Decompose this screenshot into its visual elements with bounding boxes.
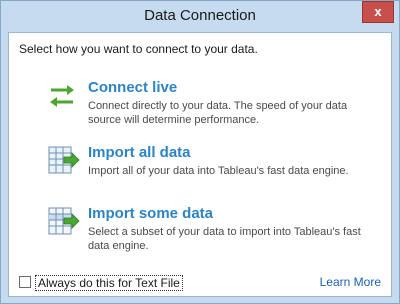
- title-bar[interactable]: Data Connection x: [1, 1, 399, 32]
- option-title: Connect live: [88, 79, 178, 96]
- import-some-data-option[interactable]: Import some data Select a subset of your…: [9, 205, 391, 263]
- learn-more-link[interactable]: Learn More: [320, 275, 381, 289]
- import-all-data-option[interactable]: Import all data Import all of your data …: [9, 144, 391, 202]
- option-title: Import all data: [88, 144, 191, 161]
- window-title: Data Connection: [144, 7, 256, 24]
- option-description: Connect directly to your data. The speed…: [88, 100, 348, 126]
- close-button[interactable]: x: [362, 1, 394, 23]
- two-way-arrows-icon: [47, 79, 81, 113]
- data-connection-dialog: Data Connection x Select how you want to…: [0, 0, 400, 304]
- import-partial-table-icon: [47, 205, 81, 239]
- import-table-icon: [47, 144, 81, 178]
- option-description: Select a subset of your data to import i…: [88, 226, 361, 252]
- connect-live-option[interactable]: Connect live Connect directly to your da…: [9, 79, 391, 137]
- checkbox-label[interactable]: Always do this for Text File: [35, 275, 183, 291]
- always-do-this-checkbox[interactable]: [19, 276, 31, 288]
- prompt-text: Select how you want to connect to your d…: [19, 42, 258, 56]
- dialog-body: Select how you want to connect to your d…: [8, 32, 392, 297]
- option-description: Import all of your data into Tableau's f…: [88, 165, 349, 177]
- option-title: Import some data: [88, 205, 214, 222]
